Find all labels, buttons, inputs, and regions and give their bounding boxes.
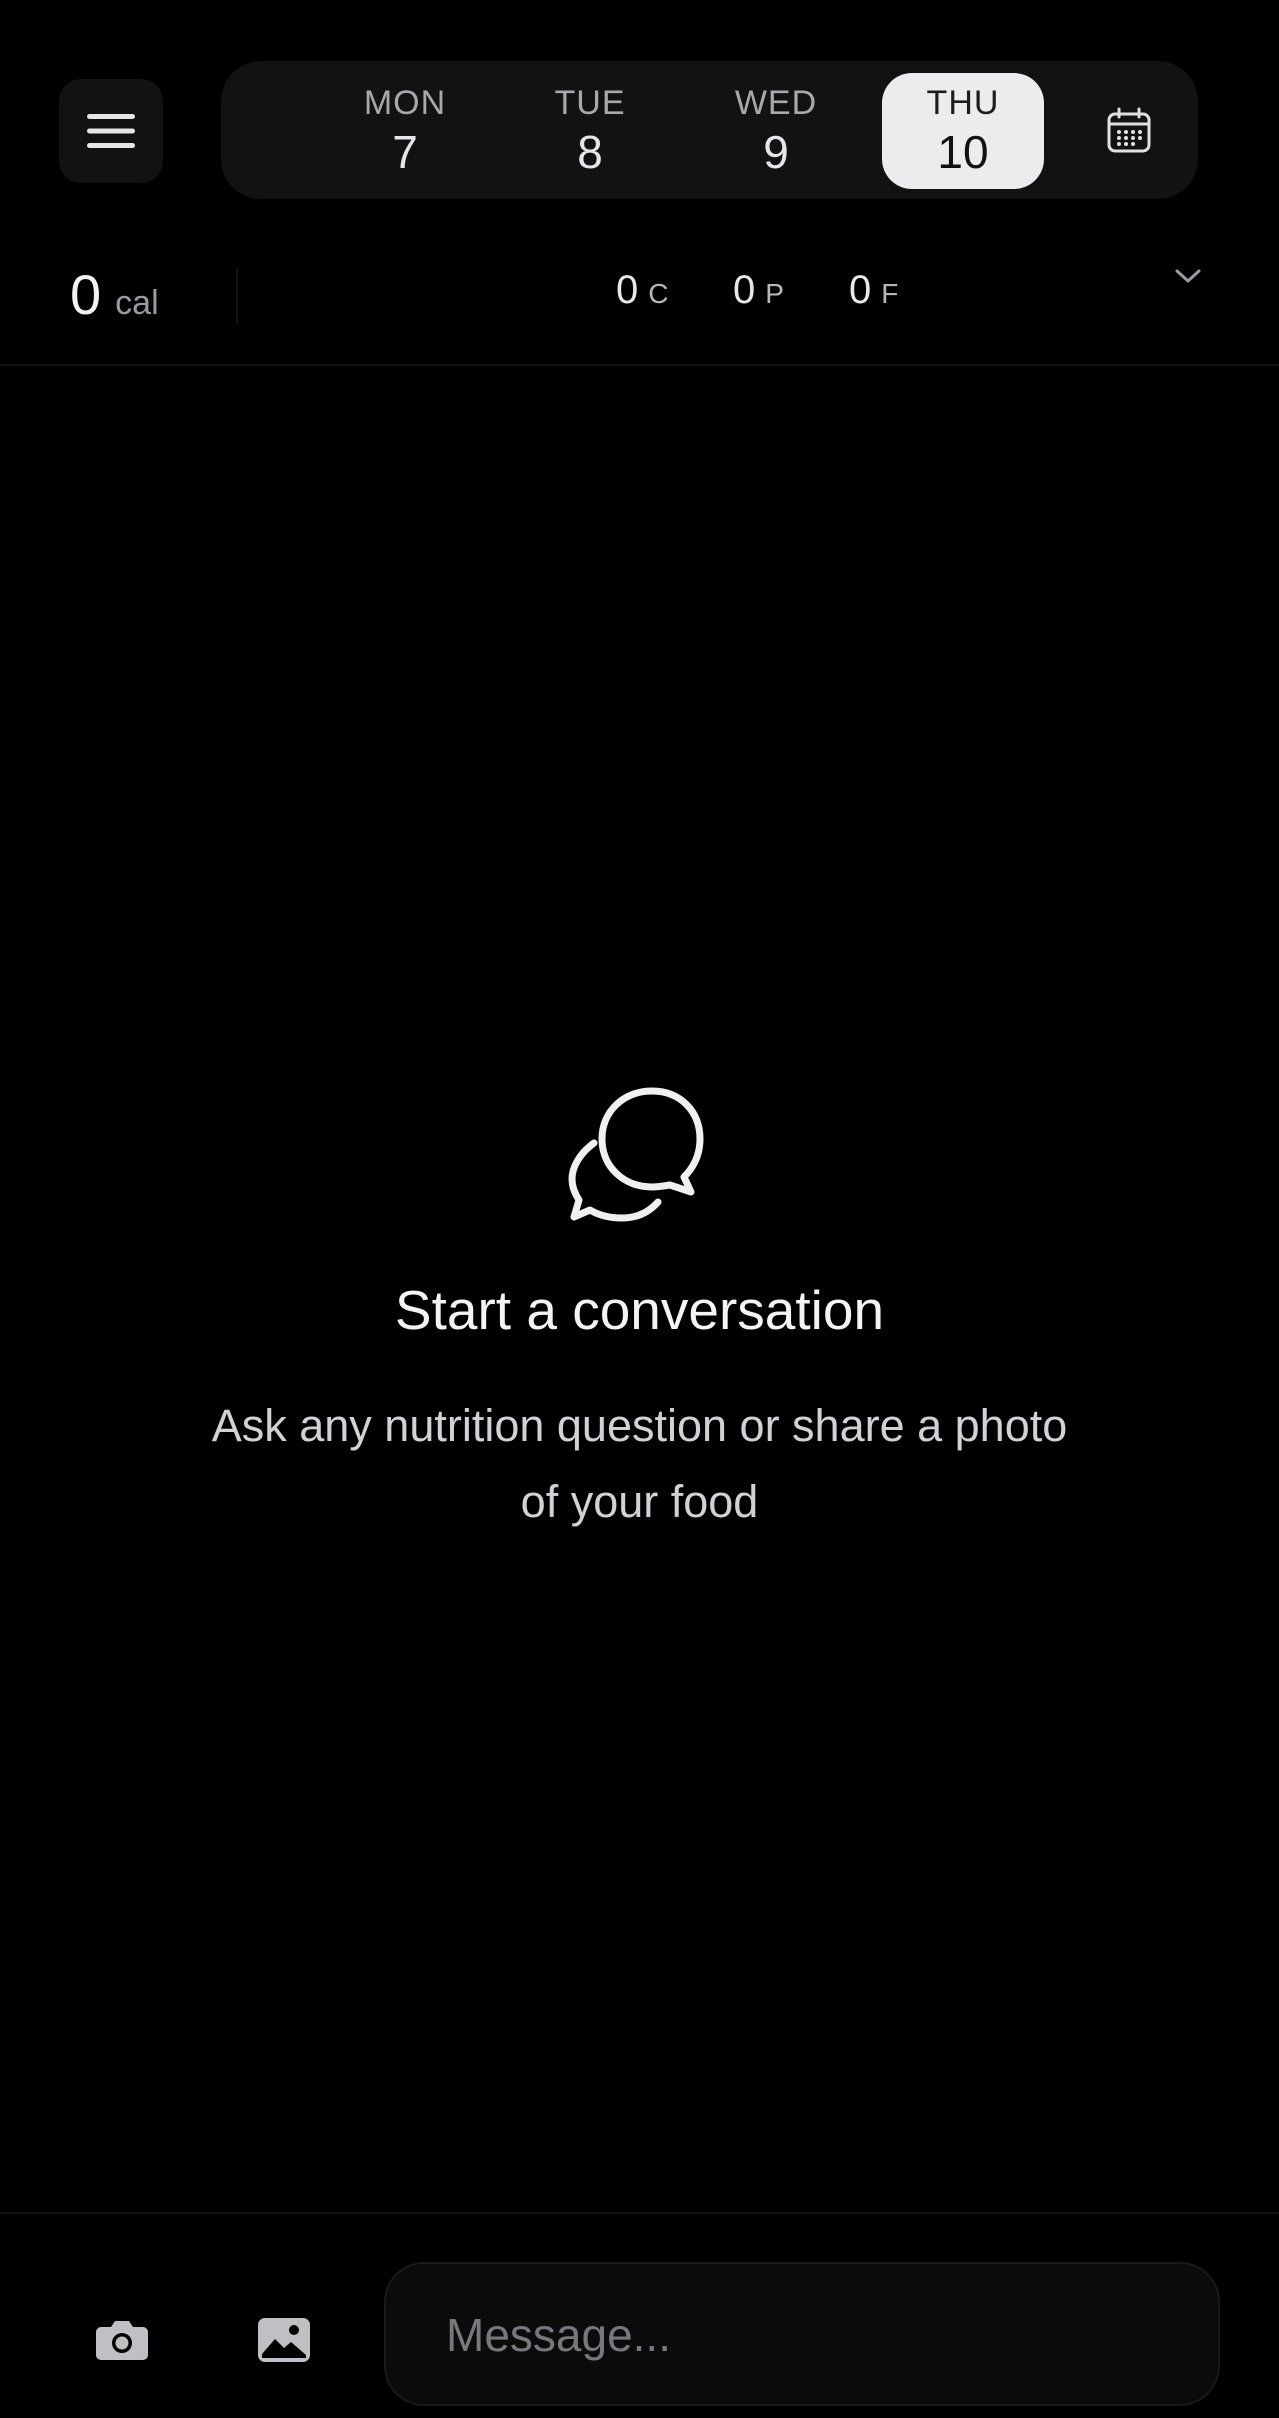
menu-icon bbox=[87, 114, 135, 148]
empty-state-subtitle-line: Ask any nutrition question or share a ph… bbox=[211, 1400, 1068, 1451]
calorie-value: 0 bbox=[70, 263, 102, 326]
day-number: 10 bbox=[937, 126, 989, 178]
day-label: MON bbox=[363, 84, 447, 122]
protein-value: 0 bbox=[733, 268, 756, 312]
expand-summary-button[interactable] bbox=[1168, 256, 1208, 296]
fat-unit: F bbox=[881, 278, 899, 309]
image-icon bbox=[258, 2318, 310, 2362]
day-label: THU bbox=[926, 84, 1000, 122]
day-wed[interactable]: WED 9 bbox=[695, 73, 857, 189]
day-label: TUE bbox=[554, 84, 626, 122]
day-mon[interactable]: MON 7 bbox=[324, 73, 486, 189]
composer-divider bbox=[0, 2212, 1279, 2214]
protein-total: 0 P bbox=[733, 268, 784, 313]
divider bbox=[236, 268, 238, 324]
protein-unit: P bbox=[765, 278, 784, 309]
calorie-unit: cal bbox=[115, 284, 159, 322]
day-label: WED bbox=[734, 84, 818, 122]
carbs-value: 0 bbox=[616, 268, 639, 312]
menu-button[interactable] bbox=[59, 79, 163, 183]
chevron-down-icon bbox=[1175, 269, 1201, 283]
day-number: 7 bbox=[392, 126, 418, 178]
day-number: 8 bbox=[577, 126, 603, 178]
empty-state-subtitle-line: of your food bbox=[520, 1476, 759, 1527]
day-number: 9 bbox=[763, 126, 789, 178]
nutrition-summary[interactable]: 0 cal 0 C 0 P 0 F bbox=[0, 240, 1279, 366]
camera-button[interactable] bbox=[82, 2300, 162, 2380]
calendar-button[interactable] bbox=[1083, 85, 1175, 177]
day-thu[interactable]: THU 10 bbox=[882, 73, 1044, 189]
calorie-total: 0 cal bbox=[70, 262, 159, 327]
fat-total: 0 F bbox=[849, 268, 898, 313]
day-tue[interactable]: TUE 8 bbox=[509, 73, 671, 189]
chat-bubbles-icon bbox=[568, 1087, 704, 1222]
message-composer[interactable] bbox=[384, 2262, 1220, 2406]
fat-value: 0 bbox=[849, 268, 872, 312]
carbs-unit: C bbox=[648, 278, 669, 309]
camera-icon bbox=[96, 2321, 148, 2360]
empty-state-subtitle: Ask any nutrition question or share a ph… bbox=[150, 1388, 1129, 1540]
photo-library-button[interactable] bbox=[244, 2300, 324, 2380]
empty-state-title: Start a conversation bbox=[394, 1279, 885, 1341]
carbs-total: 0 C bbox=[616, 268, 668, 313]
message-input[interactable] bbox=[444, 2264, 1188, 2406]
date-strip: MON 7 TUE 8 WED 9 THU 10 bbox=[221, 61, 1198, 199]
calendar-icon bbox=[1107, 107, 1151, 153]
